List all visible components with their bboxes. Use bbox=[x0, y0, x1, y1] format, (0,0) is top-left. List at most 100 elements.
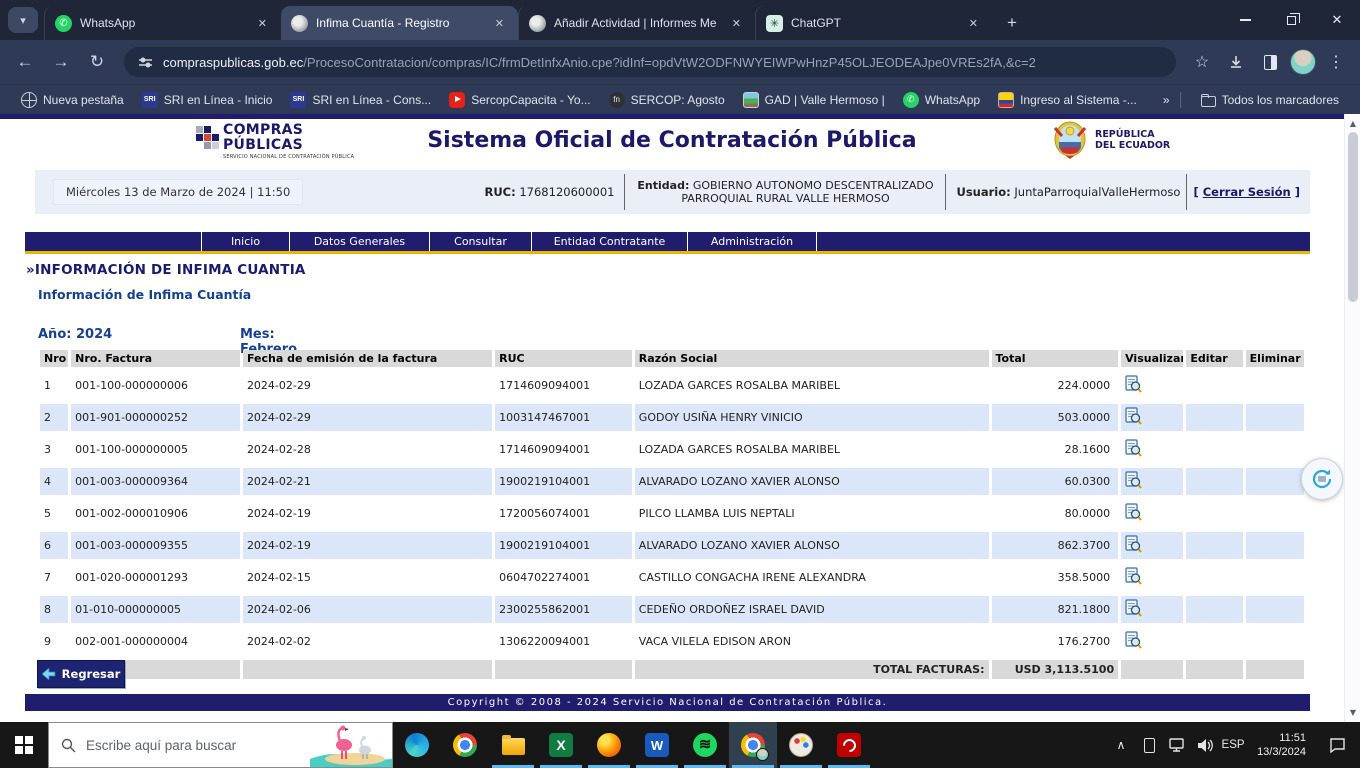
bookmark-label: WhatsApp bbox=[925, 93, 980, 107]
bookmark-star-icon[interactable]: ☆ bbox=[1188, 48, 1216, 76]
bookmark-gad-valle-hermoso[interactable]: GAD | Valle Hermoso | bbox=[734, 89, 894, 111]
visualize-icon[interactable] bbox=[1125, 503, 1142, 521]
visualize-icon[interactable] bbox=[1125, 631, 1142, 649]
site-info-icon[interactable] bbox=[138, 55, 153, 70]
tab-infima-cuantia[interactable]: Infima Cuantía - Registro ✕ bbox=[281, 6, 518, 40]
entity-label: Entidad: bbox=[637, 179, 689, 192]
taskbar-clock[interactable]: 11:51 13/3/2024 bbox=[1249, 731, 1314, 759]
acrobat-taskbar-button[interactable] bbox=[825, 722, 873, 768]
logout-link[interactable]: [ Cerrar Sesión ] bbox=[1193, 185, 1300, 199]
menu-item-datos-generales[interactable]: Datos Generales bbox=[289, 232, 429, 251]
logout-label[interactable]: Cerrar Sesión bbox=[1203, 185, 1291, 199]
scrollbar-thumb[interactable] bbox=[1348, 132, 1358, 302]
window-close-button[interactable]: ✕ bbox=[1314, 0, 1360, 40]
clock-time: 11:51 bbox=[1257, 731, 1306, 745]
network-icon[interactable] bbox=[1165, 722, 1189, 768]
edge-taskbar-button[interactable] bbox=[393, 722, 441, 768]
invoices-table: Nro Nro. Factura Fecha de emisión de la … bbox=[37, 345, 1307, 684]
ecuador-emblem: REPÚBLICA DEL ECUADOR bbox=[1052, 120, 1170, 160]
side-panel-icon[interactable] bbox=[1256, 48, 1284, 76]
tablet-tray-icon[interactable] bbox=[1137, 722, 1161, 768]
cell-factura: 001-002-000010906 bbox=[71, 500, 240, 527]
new-tab-button[interactable]: + bbox=[998, 9, 1026, 37]
window-restore-button[interactable] bbox=[1268, 0, 1314, 40]
cell-editar bbox=[1186, 404, 1242, 431]
firefox-icon bbox=[597, 733, 621, 757]
tab-search-button[interactable]: ▾ bbox=[8, 7, 38, 33]
visualize-icon[interactable] bbox=[1125, 407, 1142, 425]
window-minimize-button[interactable] bbox=[1222, 0, 1268, 40]
visualize-icon[interactable] bbox=[1125, 471, 1142, 489]
chrome-profile-taskbar-button[interactable] bbox=[729, 722, 777, 768]
tab-close-icon[interactable]: ✕ bbox=[965, 15, 982, 32]
tab-whatsapp[interactable]: ✆ WhatsApp ✕ bbox=[44, 6, 281, 40]
spotify-taskbar-button[interactable] bbox=[681, 722, 729, 768]
bookmark-sercopcapacita[interactable]: SercopCapacita - Yo... bbox=[440, 89, 599, 111]
taskbar-search-input[interactable]: Escribe aquí para buscar bbox=[48, 722, 393, 768]
tab-close-icon[interactable]: ✕ bbox=[728, 15, 745, 32]
cell-eliminar bbox=[1246, 564, 1304, 591]
chrome-taskbar-button[interactable] bbox=[441, 722, 489, 768]
floating-capture-widget[interactable] bbox=[1301, 458, 1343, 500]
all-bookmarks-button[interactable]: Todos los marcadores bbox=[1191, 89, 1348, 111]
tab-chatgpt[interactable]: ✳ ChatGPT ✕ bbox=[755, 6, 992, 40]
tab-close-icon[interactable]: ✕ bbox=[254, 15, 271, 32]
menu-item-entidad-contratante[interactable]: Entidad Contratante bbox=[531, 232, 687, 251]
reload-button[interactable]: ↻ bbox=[82, 47, 112, 77]
profile-avatar[interactable] bbox=[1290, 49, 1316, 75]
table-row: 8 01-010-000000005 2024-02-06 2300255862… bbox=[40, 596, 1304, 623]
visualize-icon[interactable] bbox=[1125, 535, 1142, 553]
download-icon[interactable] bbox=[1222, 48, 1250, 76]
word-taskbar-button[interactable] bbox=[633, 722, 681, 768]
url-bar[interactable]: compraspublicas.gob.ec/ProcesoContrataci… bbox=[124, 47, 1176, 77]
language-indicator[interactable]: ESP bbox=[1221, 722, 1245, 768]
back-arrow-icon bbox=[42, 668, 56, 680]
bookmark-sercop-agosto[interactable]: fnSERCOP: Agosto bbox=[600, 89, 734, 111]
cell-editar bbox=[1186, 596, 1242, 623]
page-scrollbar[interactable]: ▲ ▼ bbox=[1344, 114, 1360, 722]
bookmarks-overflow-button[interactable]: » bbox=[1163, 93, 1170, 107]
cell-visualizar bbox=[1121, 436, 1183, 463]
cell-fecha: 2024-02-21 bbox=[243, 468, 492, 495]
volume-icon[interactable] bbox=[1193, 722, 1217, 768]
visualize-icon[interactable] bbox=[1125, 375, 1142, 393]
hidden-icons-chevron[interactable]: ∧ bbox=[1109, 722, 1133, 768]
menu-item-inicio[interactable]: Inicio bbox=[201, 232, 289, 251]
excel-taskbar-button[interactable] bbox=[537, 722, 585, 768]
explorer-taskbar-button[interactable] bbox=[489, 722, 537, 768]
visualize-icon[interactable] bbox=[1125, 567, 1142, 585]
notification-center-icon[interactable] bbox=[1318, 722, 1356, 768]
start-button[interactable] bbox=[0, 722, 48, 768]
visualize-icon[interactable] bbox=[1125, 599, 1142, 617]
bookmark-sri-consultas[interactable]: SRISRI en Línea - Cons... bbox=[281, 89, 440, 111]
forward-button[interactable]: → bbox=[46, 47, 76, 77]
menu-item-consultar[interactable]: Consultar bbox=[429, 232, 531, 251]
cell-total: 176.2700 bbox=[992, 628, 1119, 655]
tab-anadir-actividad[interactable]: Añadir Actividad | Informes Me ✕ bbox=[518, 6, 755, 40]
visualize-icon[interactable] bbox=[1125, 439, 1142, 457]
regresar-button[interactable]: Regresar bbox=[37, 660, 125, 688]
scroll-down-icon[interactable]: ▼ bbox=[1345, 705, 1360, 720]
cell-total: 503.0000 bbox=[992, 404, 1119, 431]
cell-fecha: 2024-02-06 bbox=[243, 596, 492, 623]
cell-nro: 3 bbox=[40, 436, 68, 463]
search-placeholder: Escribe aquí para buscar bbox=[86, 738, 236, 753]
back-button[interactable]: ← bbox=[10, 47, 40, 77]
taskbar-apps bbox=[393, 722, 873, 768]
cell-fecha: 2024-02-02 bbox=[243, 628, 492, 655]
menu-item-administracion[interactable]: Administración bbox=[687, 232, 817, 251]
paint-taskbar-button[interactable] bbox=[777, 722, 825, 768]
spotify-icon bbox=[693, 733, 717, 757]
bookmark-nueva-pestana[interactable]: Nueva pestaña bbox=[12, 89, 133, 111]
scroll-up-icon[interactable]: ▲ bbox=[1345, 116, 1360, 131]
bookmark-sri-inicio[interactable]: SRISRI en Línea - Inicio bbox=[133, 89, 282, 111]
tab-close-icon[interactable]: ✕ bbox=[491, 15, 508, 32]
firefox-taskbar-button[interactable] bbox=[585, 722, 633, 768]
cell-ruc: 2300255862001 bbox=[495, 596, 632, 623]
menu-kebab-icon[interactable]: ⋮ bbox=[1322, 48, 1350, 76]
bookmark-ingreso-sistema[interactable]: Ingreso al Sistema -... bbox=[989, 89, 1146, 111]
bookmark-whatsapp[interactable]: ✆WhatsApp bbox=[894, 89, 989, 111]
explorer-icon bbox=[502, 738, 525, 755]
cell-eliminar bbox=[1246, 436, 1304, 463]
youtube-icon bbox=[449, 92, 465, 108]
